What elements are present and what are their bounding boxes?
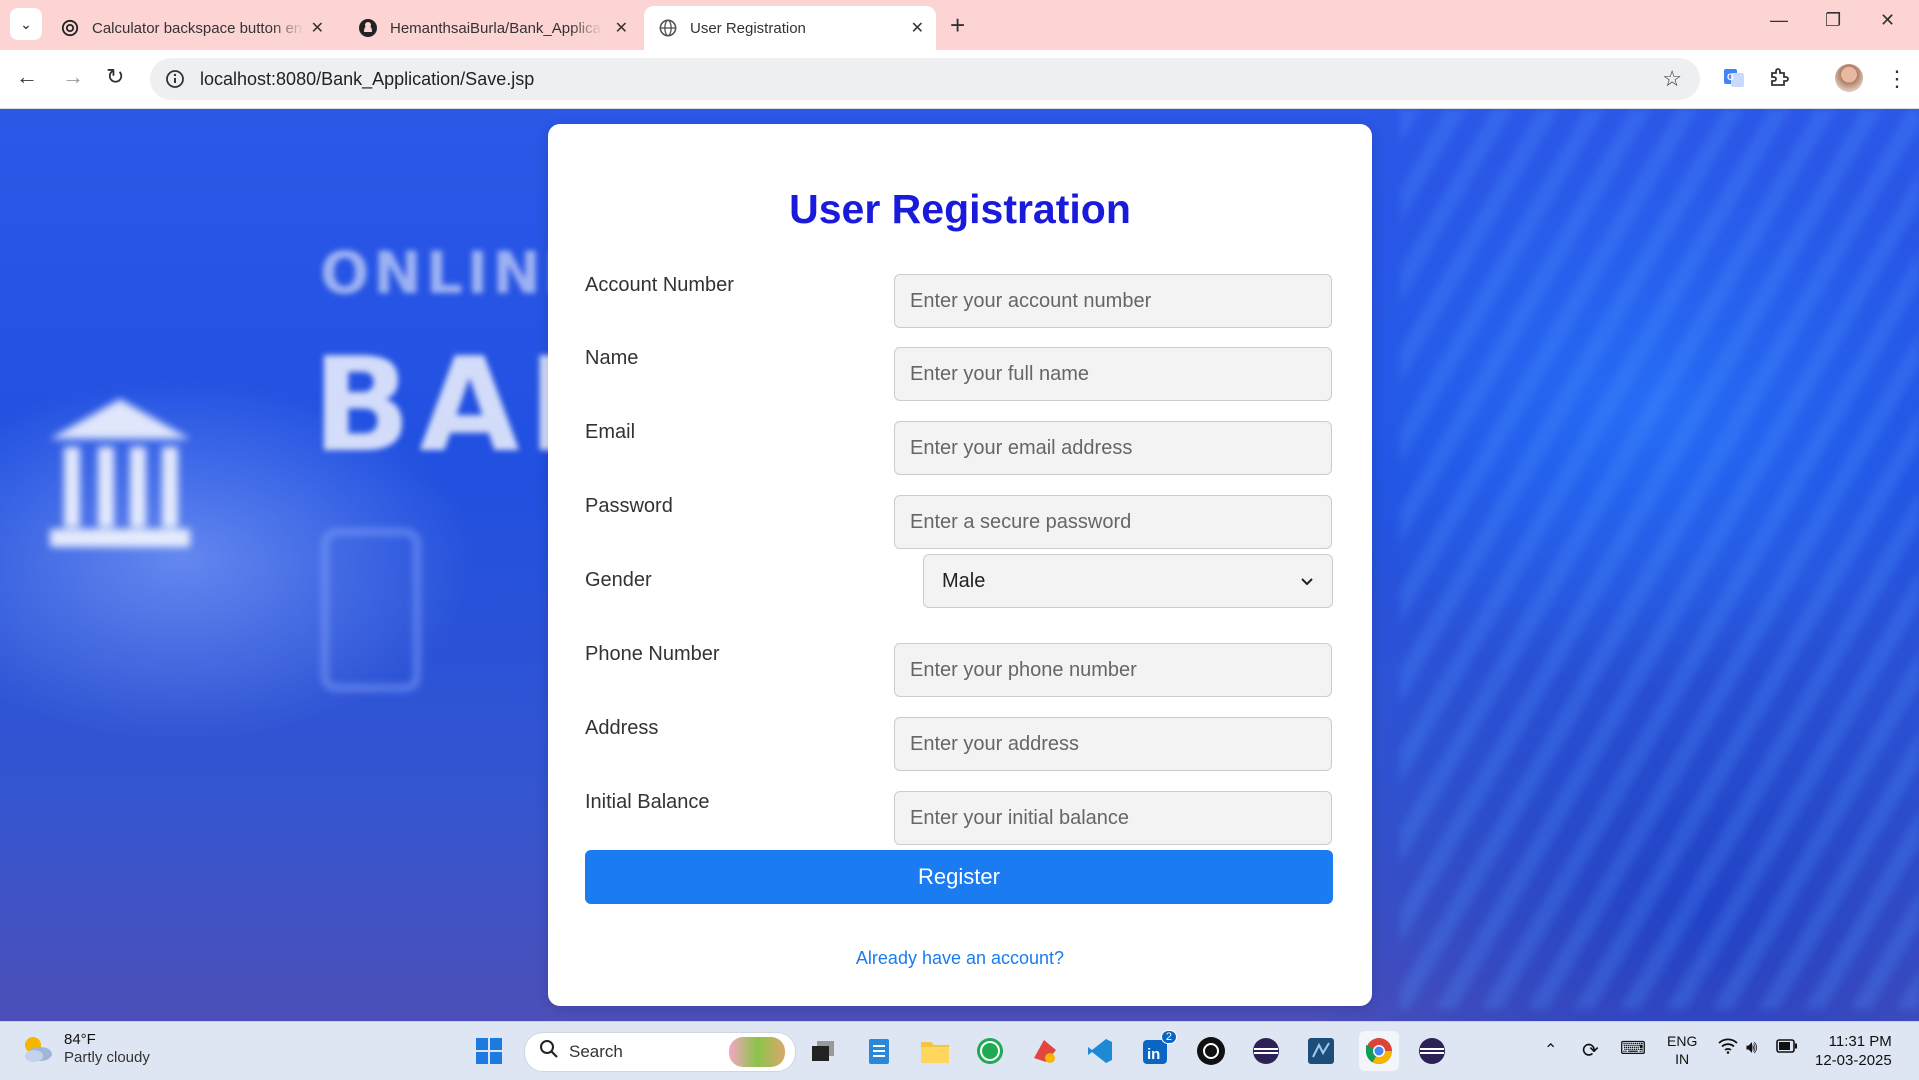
chrome-icon[interactable] — [1359, 1031, 1399, 1071]
weather-temperature: 84°F — [64, 1031, 96, 1048]
chevron-down-icon — [1300, 570, 1314, 593]
name-label: Name — [585, 347, 639, 369]
site-info-icon[interactable] — [162, 66, 188, 92]
address-label: Address — [585, 717, 659, 739]
initial-balance-label: Initial Balance — [585, 791, 710, 813]
address-bar[interactable]: localhost:8080/Bank_Application/Save.jsp… — [150, 58, 1700, 100]
bookmark-star-icon[interactable]: ☆ — [1662, 66, 1682, 92]
weather-widget[interactable]: 84°F Partly cloudy — [20, 1031, 150, 1067]
search-icon — [539, 1039, 559, 1065]
browser-tab-calculator[interactable]: Calculator backspace button en ✕ — [46, 6, 336, 50]
chatgpt-icon[interactable] — [1194, 1034, 1228, 1068]
sync-icon[interactable]: ⟳ — [1582, 1038, 1599, 1063]
bank-building-icon — [50, 399, 190, 549]
svg-text:in: in — [1147, 1046, 1160, 1063]
battery-icon[interactable] — [1776, 1039, 1798, 1057]
tab-title: Calculator backspace button en — [92, 19, 303, 37]
extensions-puzzle-icon[interactable] — [1768, 66, 1790, 94]
account-number-input[interactable] — [894, 274, 1332, 328]
close-window-icon[interactable]: ✕ — [1880, 10, 1895, 31]
eclipse-ide-icon[interactable] — [1249, 1034, 1283, 1068]
taskbar-search[interactable]: Search — [524, 1032, 796, 1072]
windows-start-icon[interactable] — [472, 1034, 506, 1068]
tab-search-chevron-icon[interactable]: ⌄ — [10, 8, 42, 40]
account-number-label: Account Number — [585, 274, 734, 296]
restore-icon[interactable]: ❐ — [1825, 10, 1841, 31]
browser-menu-icon[interactable]: ⋮ — [1886, 66, 1908, 92]
search-placeholder: Search — [569, 1042, 623, 1061]
gender-label: Gender — [585, 569, 652, 591]
tab-title: User Registration — [690, 19, 806, 37]
gender-select[interactable]: Male — [923, 554, 1333, 608]
volume-icon[interactable]: 🔊︎ — [1746, 1037, 1757, 1058]
url-text[interactable]: localhost:8080/Bank_Application/Save.jsp — [200, 69, 534, 90]
weather-condition: Partly cloudy — [64, 1049, 150, 1066]
clock[interactable]: 11:31 PM 12-03-2025 — [1815, 1032, 1892, 1070]
email-label: Email — [585, 421, 636, 443]
clock-time: 11:31 PM — [1828, 1033, 1892, 1050]
browser-tab-bar: ⌄ Calculator backspace button en ✕ Heman… — [0, 0, 1919, 50]
github-icon — [358, 18, 378, 38]
mysql-workbench-icon[interactable] — [1304, 1034, 1338, 1068]
email-input[interactable] — [894, 421, 1332, 475]
login-link[interactable]: Already have an account? — [548, 948, 1372, 969]
tab-title: HemanthsaiBurla/Bank_Applicat — [390, 19, 602, 37]
wifi-icon[interactable] — [1718, 1038, 1738, 1059]
svg-text:G: G — [1727, 72, 1734, 82]
paint-app-icon[interactable] — [1028, 1034, 1062, 1068]
gender-selected-value: Male — [942, 569, 986, 592]
forward-arrow-icon[interactable]: → — [62, 64, 84, 90]
keyboard-icon[interactable]: ⌨ — [1620, 1038, 1646, 1059]
eclipse-ide-icon[interactable] — [1415, 1034, 1449, 1068]
profile-avatar[interactable] — [1835, 64, 1863, 92]
reload-icon[interactable]: ↻ — [106, 64, 124, 90]
close-tab-icon[interactable]: ✕ — [311, 18, 324, 38]
show-hidden-icons-chevron-up-icon[interactable]: ⌃ — [1544, 1040, 1557, 1060]
registration-card: User Registration Account Number Name Em… — [548, 124, 1372, 1006]
name-input[interactable] — [894, 347, 1332, 401]
initial-balance-input[interactable] — [894, 791, 1332, 845]
whatsapp-icon[interactable] — [973, 1034, 1007, 1068]
back-arrow-icon[interactable]: ← — [16, 64, 38, 90]
globe-icon — [658, 18, 678, 38]
partly-cloudy-icon — [20, 1034, 54, 1064]
password-label: Password — [585, 495, 673, 517]
browser-toolbar: ← → ↻ localhost:8080/Bank_Application/Sa… — [0, 50, 1919, 109]
page-background: ONLINE BANK User Registration Account Nu… — [0, 109, 1919, 1021]
close-tab-icon[interactable]: ✕ — [911, 18, 924, 38]
openai-icon — [60, 18, 80, 38]
password-input[interactable] — [894, 495, 1332, 549]
address-input[interactable] — [894, 717, 1332, 771]
notification-badge: 2 — [1160, 1030, 1177, 1044]
background-chart-texture — [1400, 109, 1919, 1009]
linkedin-icon[interactable]: in 2 — [1139, 1030, 1177, 1068]
minimize-icon[interactable]: — — [1770, 10, 1788, 31]
region-code: IN — [1675, 1051, 1690, 1067]
clock-date: 12-03-2025 — [1815, 1052, 1892, 1069]
task-view-icon[interactable] — [806, 1034, 840, 1068]
browser-tab-github[interactable]: HemanthsaiBurla/Bank_Applicat ✕ — [344, 6, 640, 50]
windows-taskbar: 84°F Partly cloudy Search in 2 ⌃ ⟳ ⌨ ENG… — [0, 1021, 1919, 1080]
background-phone-shape — [322, 529, 420, 691]
register-button[interactable]: Register — [585, 850, 1333, 904]
file-explorer-icon[interactable] — [918, 1034, 952, 1068]
notepad-icon[interactable] — [862, 1034, 896, 1068]
language-code: ENG — [1667, 1033, 1698, 1049]
browser-tab-user-registration[interactable]: User Registration ✕ — [644, 6, 936, 50]
close-tab-icon[interactable]: ✕ — [615, 18, 628, 38]
language-indicator[interactable]: ENG IN — [1667, 1032, 1697, 1068]
search-highlight-image — [729, 1037, 785, 1067]
phone-number-input[interactable] — [894, 643, 1332, 697]
form-title: User Registration — [789, 186, 1131, 232]
new-tab-button[interactable]: + — [950, 10, 965, 41]
vscode-icon[interactable] — [1083, 1034, 1117, 1068]
phone-number-label: Phone Number — [585, 643, 720, 665]
google-translate-icon[interactable]: G — [1722, 66, 1746, 96]
